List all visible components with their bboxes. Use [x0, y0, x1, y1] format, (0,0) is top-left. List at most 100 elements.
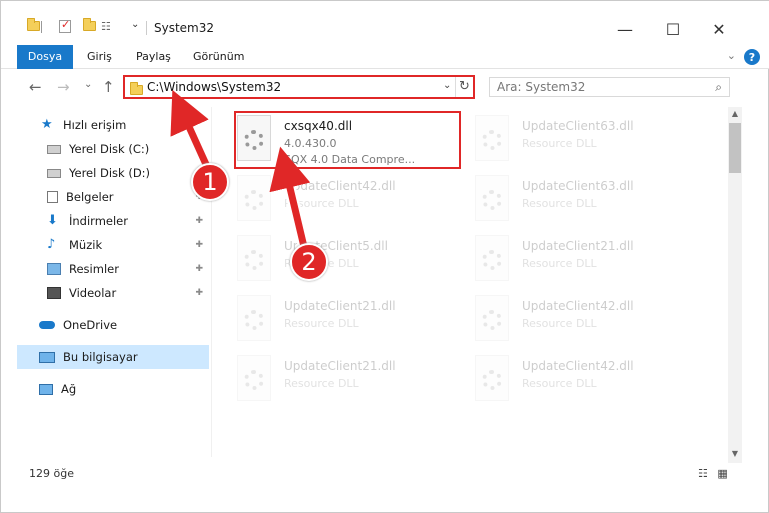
- sidebar-item-drive-d[interactable]: Yerel Disk (D:): [17, 161, 209, 185]
- sidebar-item-label: Yerel Disk (C:): [69, 142, 150, 156]
- tab-paylas[interactable]: Paylaş: [136, 45, 171, 69]
- sidebar-item-drive-c[interactable]: Yerel Disk (C:): [17, 137, 209, 161]
- file-name: UpdateClient42.dll: [522, 359, 634, 373]
- scroll-down-icon[interactable]: ▼: [728, 449, 742, 458]
- up-arrow-icon[interactable]: ↑: [102, 78, 115, 96]
- refresh-icon[interactable]: ↻: [455, 77, 473, 97]
- download-icon: ⬇: [47, 213, 58, 228]
- title-separator: [146, 21, 147, 35]
- sidebar-item-network[interactable]: Ağ: [17, 377, 209, 401]
- new-folder-icon[interactable]: [83, 18, 96, 33]
- tiles-view-icon[interactable]: ▦: [717, 467, 727, 480]
- ribbon-tabs: Dosya Giriş Paylaş Görünüm ⌄ ?: [1, 45, 769, 69]
- tab-dosya[interactable]: Dosya: [17, 45, 73, 69]
- sidebar-item-label: Ağ: [61, 382, 77, 396]
- music-icon: ♪: [47, 237, 56, 252]
- details-view-icon[interactable]: ☷: [698, 467, 708, 480]
- search-icon[interactable]: ⌕: [715, 80, 722, 95]
- sidebar-item-music[interactable]: ♪ Müzik ✚: [17, 233, 209, 257]
- file-item[interactable]: UpdateClient42.dll Resource DLL: [212, 171, 442, 223]
- recent-locations-icon[interactable]: ⌄: [84, 79, 92, 90]
- pin-icon[interactable]: ✚: [195, 264, 203, 274]
- file-name: UpdateClient21.dll: [522, 239, 634, 253]
- properties-icon[interactable]: ✓: [59, 18, 71, 33]
- dll-file-icon: [237, 175, 271, 221]
- drive-icon: [47, 168, 61, 178]
- file-name: UpdateClient42.dll: [284, 179, 396, 193]
- file-item[interactable]: UpdateClient42.dll Resource DLL: [450, 351, 680, 403]
- back-arrow-icon[interactable]: ←: [29, 78, 42, 96]
- dll-file-icon: [475, 235, 509, 281]
- search-placeholder: Ara: System32: [497, 80, 586, 94]
- network-icon: [39, 383, 53, 395]
- tab-giris[interactable]: Giriş: [87, 45, 112, 69]
- file-item[interactable]: UpdateClient21.dll Resource DLL: [212, 291, 442, 343]
- pictures-icon: [47, 263, 61, 275]
- file-name: UpdateClient42.dll: [522, 299, 634, 313]
- address-path[interactable]: C:\Windows\System32: [147, 80, 281, 94]
- documents-icon: [47, 191, 58, 203]
- dll-file-icon: [237, 235, 271, 281]
- annotation-badge-2: 2: [290, 243, 328, 281]
- quick-access-customize-icon[interactable]: ☷: [101, 20, 115, 33]
- dll-file-icon: [237, 355, 271, 401]
- sidebar-item-label: Bu bilgisayar: [63, 350, 138, 364]
- file-type: Resource DLL: [522, 257, 597, 270]
- file-item[interactable]: UpdateClient63.dll Resource DLL: [450, 111, 680, 163]
- window-title: System32: [154, 21, 215, 35]
- file-item[interactable]: UpdateClient21.dll Resource DLL: [450, 231, 680, 283]
- sidebar-item-label: Yerel Disk (D:): [69, 166, 151, 180]
- pin-icon[interactable]: ✚: [195, 240, 203, 250]
- separator: [41, 21, 42, 33]
- file-type: Resource DLL: [522, 317, 597, 330]
- folder-icon: [27, 18, 40, 33]
- explorer-window: ✓ ☷ ⌄ System32 — ☐ ✕ Dosya Giriş Paylaş …: [0, 0, 769, 513]
- sidebar-item-label: Müzik: [69, 238, 103, 252]
- help-icon[interactable]: ?: [744, 49, 760, 65]
- sidebar-item-documents[interactable]: Belgeler ✚: [17, 185, 209, 209]
- file-name: UpdateClient21.dll: [284, 359, 396, 373]
- close-button[interactable]: ✕: [697, 15, 741, 43]
- folder-icon: [130, 82, 143, 95]
- address-bar[interactable]: C:\Windows\System32 ⌄ ↻: [123, 75, 475, 99]
- file-item[interactable]: UpdateClient42.dll Resource DLL: [450, 291, 680, 343]
- maximize-button[interactable]: ☐: [651, 15, 695, 43]
- file-type: Resource DLL: [522, 137, 597, 150]
- minimize-button[interactable]: —: [603, 15, 647, 43]
- sidebar-item-onedrive[interactable]: OneDrive: [17, 313, 209, 337]
- ribbon-expand-icon[interactable]: ⌄: [727, 49, 736, 62]
- scroll-up-icon[interactable]: ▲: [728, 109, 742, 118]
- pin-icon[interactable]: ✚: [195, 216, 203, 226]
- sidebar-item-this-pc[interactable]: Bu bilgisayar: [17, 345, 209, 369]
- forward-arrow-icon[interactable]: →: [57, 78, 70, 96]
- file-name: UpdateClient63.dll: [522, 179, 634, 193]
- title-bar: ✓ ☷ ⌄ System32 — ☐ ✕: [1, 1, 769, 45]
- file-item[interactable]: UpdateClient21.dll Resource DLL: [212, 351, 442, 403]
- sidebar-item-label: Resimler: [69, 262, 119, 276]
- dll-file-icon: [475, 355, 509, 401]
- file-type: Resource DLL: [522, 377, 597, 390]
- sidebar-item-downloads[interactable]: ⬇ İndirmeler ✚: [17, 209, 209, 233]
- sidebar-item-label: Hızlı erişim: [63, 118, 127, 132]
- drive-icon: [47, 144, 61, 154]
- quick-access-dropdown-icon[interactable]: ⌄: [131, 19, 141, 31]
- file-type: Resource DLL: [284, 197, 359, 210]
- sidebar-item-quick-access[interactable]: ★ Hızlı erişim: [17, 113, 209, 137]
- sidebar-item-label: Videolar: [69, 286, 117, 300]
- annotation-badge-1: 1: [191, 163, 229, 201]
- file-item[interactable]: UpdateClient63.dll Resource DLL: [450, 171, 680, 223]
- scroll-thumb[interactable]: [729, 123, 741, 173]
- search-input[interactable]: Ara: System32 ⌕: [489, 77, 730, 97]
- sidebar-item-label: İndirmeler: [69, 214, 128, 228]
- view-switcher: ☷ ▦: [698, 467, 728, 480]
- file-type: Resource DLL: [522, 197, 597, 210]
- dll-file-icon: [475, 295, 509, 341]
- pin-icon[interactable]: ✚: [195, 288, 203, 298]
- file-name: UpdateClient21.dll: [284, 299, 396, 313]
- item-count: 129 öğe: [29, 467, 74, 480]
- dll-file-icon: [237, 295, 271, 341]
- tab-gorunum[interactable]: Görünüm: [193, 45, 244, 69]
- sidebar-item-pictures[interactable]: Resimler ✚: [17, 257, 209, 281]
- sidebar-item-videos[interactable]: Videolar ✚: [17, 281, 209, 305]
- address-dropdown-icon[interactable]: ⌄: [443, 80, 451, 91]
